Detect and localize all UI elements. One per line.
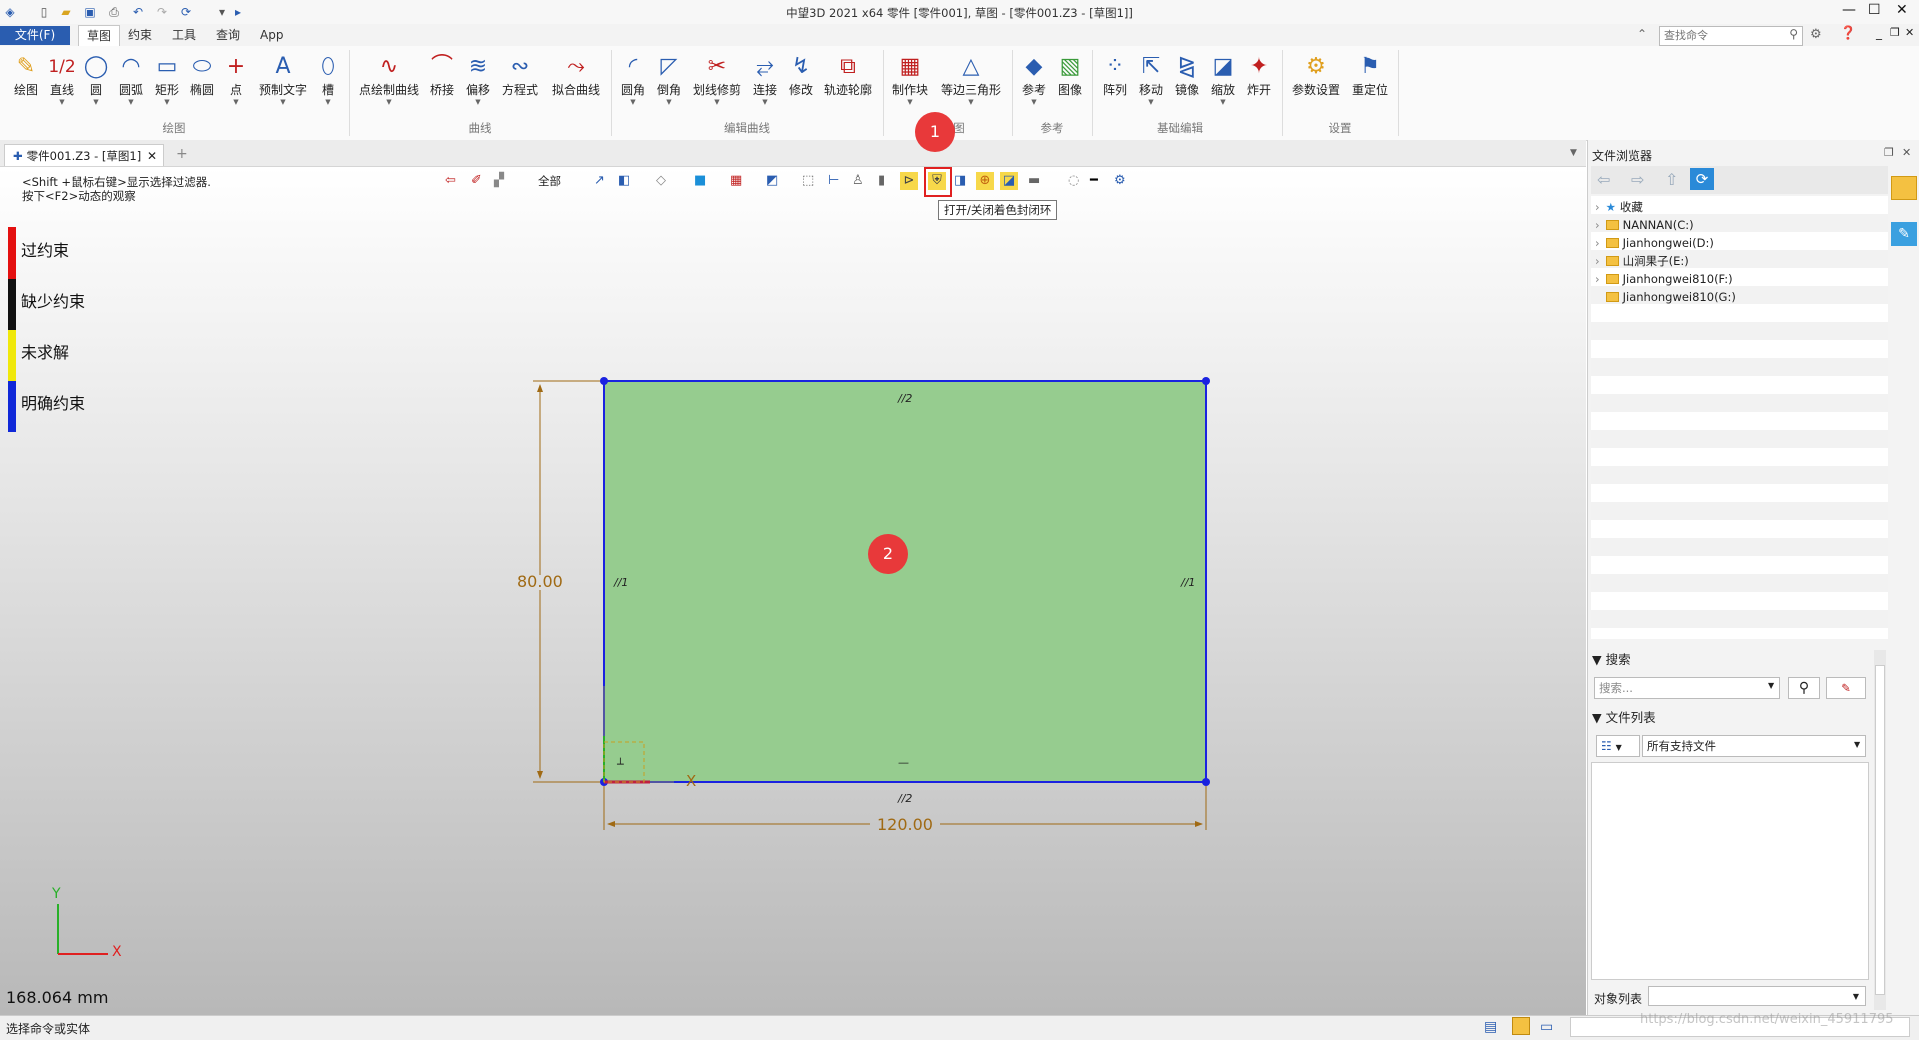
panel-search-input[interactable]: 搜索... [1594,677,1780,699]
search-icon[interactable]: ⚲ [1789,27,1798,41]
file-list-section-header[interactable]: ▼ 文件列表 [1592,709,1656,727]
eraser-icon: ✎ [1841,681,1851,695]
sketch-vertex[interactable] [1202,377,1210,385]
annotation-badge-1: 1 [915,112,955,152]
chevron-down-icon[interactable]: ▼ [1768,681,1774,690]
view-scale-readout: 168.064 mm [6,988,109,1007]
file-list-area[interactable] [1591,762,1869,980]
history-side-tab[interactable]: ✎ [1891,222,1917,246]
tree-item-drive-f[interactable]: › Jianhongwei810(F:) [1591,270,1888,288]
back-arrow-icon[interactable]: ⇦ [1597,170,1610,189]
doc-close-button[interactable]: ✕ [1905,26,1914,39]
panel-restore-icon[interactable]: ❐ [1884,146,1894,159]
refresh-browser-icon[interactable]: ⟳ [1690,168,1714,190]
parallel-constraint-right[interactable]: //1 [1181,576,1195,589]
panel-search-button[interactable]: ⚲ [1788,677,1820,699]
settings-gear-icon[interactable]: ⚙ [1810,27,1822,42]
tree-item-favorites[interactable]: › ★ 收藏 [1591,198,1888,216]
statusbar-window-icon[interactable]: ▭ [1540,1019,1553,1035]
origin-mark: ┴ [617,758,624,771]
triad-y-label: Y [52,886,61,902]
sketch-canvas [57,377,1210,955]
statusbar-table-icon[interactable]: ▤ [1484,1019,1497,1035]
file-type-select[interactable]: 所有支持文件 [1642,735,1866,757]
close-button[interactable]: ✕ [1896,2,1908,18]
parallel-constraint-bottom[interactable]: //2 [898,792,912,805]
statusbar-display-icon[interactable] [1512,1017,1530,1035]
panel-close-icon[interactable]: ✕ [1902,146,1911,159]
doc-minimize-button[interactable]: _ [1876,26,1882,40]
height-dimension-value[interactable]: 80.00 [517,572,563,591]
search-section-header[interactable]: ▼ 搜索 [1592,651,1631,669]
width-dimension-value[interactable]: 120.00 [877,815,933,834]
help-icon[interactable]: ❓ [1840,26,1856,41]
list-icon: ☷ [1601,739,1612,753]
object-list-select[interactable]: ▼ [1648,986,1866,1006]
command-search-box[interactable]: ⚲ [1659,26,1803,46]
folder-icon [1605,256,1619,266]
collapse-icon: ▼ [1592,652,1606,667]
status-text: 选择命令或实体 [6,1022,91,1036]
folder-icon [1605,292,1619,302]
panel-title: 文件浏览器 [1592,149,1653,163]
star-icon: ★ [1605,200,1616,214]
annotation-badge-2: 2 [868,534,908,574]
doc-restore-button[interactable]: ❐ [1890,26,1900,39]
sketch-x-label: X [686,772,697,790]
chevron-down-icon[interactable]: ▼ [1854,740,1860,749]
sketch-vertex[interactable] [1202,778,1210,786]
minimize-button[interactable]: — [1842,2,1856,18]
parallel-constraint-left[interactable]: //1 [614,576,628,589]
sketch-vertex[interactable] [600,377,608,385]
horizontal-constraint-mark[interactable]: — [898,756,909,769]
folder-icon [1605,238,1619,248]
clear-search-button[interactable]: ✎ [1826,677,1866,699]
object-list-label: 对象列表 [1594,992,1643,1006]
tree-item-drive-d[interactable]: › Jianhongwei(D:) [1591,234,1888,252]
parallel-constraint-top[interactable]: //2 [898,392,912,405]
tree-item-drive-g[interactable]: ›Jianhongwei810(G:) [1591,288,1888,306]
up-arrow-icon[interactable]: ⇧ [1665,170,1678,189]
tree-item-drive-c[interactable]: › NANNAN(C:) [1591,216,1888,234]
forward-arrow-icon[interactable]: ⇨ [1631,170,1644,189]
folder-icon [1605,220,1619,230]
search-icon: ⚲ [1798,680,1810,696]
view-mode-select[interactable]: ☷ ▼ [1596,735,1640,757]
watermark-text: https://blog.csdn.net/weixin_45911795 [1640,1012,1894,1027]
chevron-down-icon: ▼ [1852,992,1859,1001]
maximize-button[interactable]: ☐ [1868,2,1881,18]
collapse-ribbon-icon[interactable]: ⌃ [1637,27,1647,41]
file-browser-side-tab[interactable] [1891,176,1917,200]
tree-item-drive-e[interactable]: › 山涧果子(E:) [1591,252,1888,270]
collapse-icon: ▼ [1592,710,1606,725]
folder-icon [1605,274,1619,284]
command-search-input[interactable] [1660,27,1780,43]
triad-x-label: X [112,944,122,960]
panel-scrollbar-thumb[interactable] [1875,665,1885,995]
sketch-rectangle[interactable] [603,380,1207,783]
